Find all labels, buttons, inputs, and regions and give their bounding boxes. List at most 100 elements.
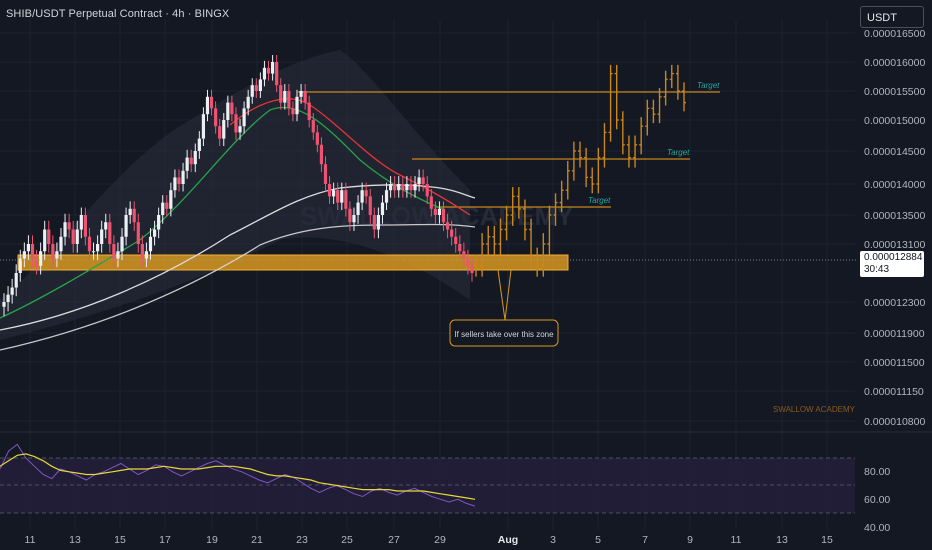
candle-body	[108, 222, 112, 244]
time-tick-label: 13	[776, 534, 788, 546]
candle-body	[165, 202, 169, 209]
candle-body	[364, 190, 368, 197]
candle-body	[250, 85, 254, 97]
candle-body	[47, 229, 51, 244]
time-tick-label: 29	[434, 534, 446, 546]
target-label: Target	[697, 81, 720, 90]
target-label: Target	[667, 148, 690, 157]
candle-body	[421, 177, 425, 184]
candle-body	[55, 251, 59, 259]
candle-body	[10, 287, 14, 295]
candle-body	[368, 196, 372, 215]
time-tick-label: 25	[341, 534, 353, 546]
candle-body	[340, 190, 344, 203]
candle-body	[226, 102, 230, 120]
time-tick-label: 19	[206, 534, 218, 546]
candle-body	[270, 62, 275, 74]
candle-body	[356, 202, 360, 215]
price-tick-label: 0.000012300	[864, 297, 925, 309]
watermark-footer: SWALLOW ACADEMY	[773, 405, 856, 414]
candle-body	[291, 108, 295, 115]
time-tick-label: 17	[159, 534, 171, 546]
candle-body	[441, 208, 446, 223]
time-tick-label: 7	[642, 534, 648, 546]
candle-body	[59, 236, 63, 252]
candle-body	[43, 229, 47, 252]
candle-body	[299, 91, 303, 97]
candle-body	[332, 190, 336, 197]
time-tick-label: 15	[114, 534, 126, 546]
candle-body	[205, 96, 210, 115]
candle-body	[433, 208, 437, 215]
candle-body	[197, 138, 201, 151]
candle-body	[344, 190, 348, 209]
candle-body	[295, 96, 299, 115]
candle-body	[63, 222, 67, 237]
target-label: Target	[588, 196, 611, 205]
candle-body	[405, 184, 409, 191]
candle-body	[234, 114, 238, 133]
time-tick-label: 11	[731, 534, 742, 546]
chart-canvas: SWALLOW ACADEMY Target Target Target If sell…	[0, 0, 932, 546]
price-tick-label: 0.000016000	[864, 57, 925, 69]
time-tick-label: 11	[25, 534, 36, 546]
time-tick-label: 15	[821, 534, 833, 546]
candle-body	[372, 215, 376, 230]
candle-body	[222, 120, 226, 139]
time-tick-label: Aug	[498, 534, 518, 546]
candle-body	[352, 215, 356, 223]
candle-body	[397, 184, 401, 191]
time-tick-label: 3	[550, 534, 556, 546]
candle-body	[173, 177, 177, 191]
candle-body	[336, 190, 340, 203]
candle-body	[429, 196, 433, 209]
candle-body	[87, 236, 92, 252]
price-tick-label: 0.000015000	[864, 115, 925, 127]
candle-body	[425, 184, 429, 197]
candle-body	[193, 151, 197, 165]
candle-body	[67, 222, 71, 230]
candle-body	[144, 251, 149, 259]
candle-body	[18, 258, 22, 273]
candle-body	[140, 244, 144, 259]
candle-body	[152, 229, 157, 237]
time-tick-label: 21	[251, 534, 263, 546]
callout-text: If sellers take over this zone	[454, 330, 554, 339]
price-tick-label: 0.000016500	[864, 28, 925, 40]
candle-body	[26, 244, 31, 252]
price-tick-label: 0.000011150	[864, 386, 924, 398]
candle-body	[51, 244, 55, 259]
candle-body	[34, 258, 39, 266]
candle-body	[445, 222, 450, 230]
candle-body	[275, 62, 279, 86]
candle-body	[254, 85, 258, 91]
candle-body	[124, 215, 128, 237]
candle-body	[75, 229, 79, 244]
candle-body	[79, 215, 83, 230]
time-tick-label: 9	[687, 534, 693, 546]
candle-body	[148, 236, 153, 252]
candle-body	[30, 244, 35, 259]
price-tick-label: 0.000010800	[864, 416, 925, 428]
candle-body	[104, 222, 108, 230]
price-tick-label: 0.000013100	[864, 239, 925, 251]
candle-body	[14, 273, 18, 288]
candle-body	[120, 236, 124, 252]
price-tick-label: 0.000014000	[864, 179, 925, 191]
price-tick-label: 0.000015500	[864, 86, 925, 98]
candle-body	[462, 251, 466, 259]
candle-body	[315, 132, 319, 145]
candle-body	[189, 157, 193, 165]
candle-body	[39, 251, 43, 266]
candle-body	[71, 229, 75, 244]
candle-body	[393, 184, 397, 191]
candle-body	[6, 294, 10, 302]
candle-body	[417, 177, 421, 184]
time-tick-label: 13	[69, 534, 81, 546]
rsi-band	[0, 458, 855, 513]
candle-body	[201, 114, 206, 139]
currency-selector[interactable]: USDT	[860, 6, 924, 28]
candle-body	[169, 190, 173, 209]
candle-body	[307, 102, 311, 120]
candle-body	[437, 208, 442, 215]
